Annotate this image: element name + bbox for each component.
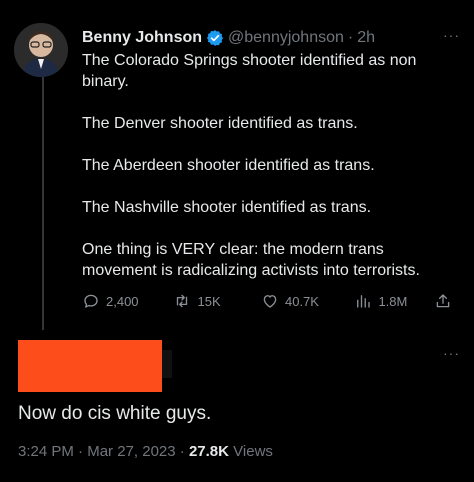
separator-dot: · <box>347 29 354 46</box>
reply-date[interactable]: Mar 27, 2023 <box>87 443 175 460</box>
tweet-paragraph: The Nashville shooter identified as tran… <box>82 199 372 216</box>
handle[interactable]: @bennyjohnson <box>228 29 344 47</box>
avatar[interactable] <box>14 23 68 77</box>
repost-icon <box>177 294 188 308</box>
tweet-header: Benny Johnson @bennyjohnson · 2h <box>82 27 460 49</box>
separator-dot: · <box>78 443 84 460</box>
avatar-image <box>14 23 68 77</box>
like-button[interactable]: 40.7K <box>261 292 354 310</box>
separator-dot: · <box>179 443 185 460</box>
view-count: 1.8M <box>378 293 408 309</box>
post-age[interactable]: 2h <box>357 29 375 47</box>
repost-count: 15K <box>197 293 221 309</box>
reply-views-count[interactable]: 27.8K <box>189 443 229 460</box>
tweet-paragraph: The Colorado Springs shooter identified … <box>82 52 417 90</box>
heart-icon <box>263 295 277 308</box>
thread-connector-line <box>42 74 44 330</box>
reply-bubble-icon <box>84 294 98 308</box>
action-bar: 2,400 15K 40.7K 1.8M <box>82 290 452 312</box>
repost-button[interactable]: 15K <box>173 292 261 310</box>
redacted-avatar-edge <box>162 350 172 378</box>
tweet-text: The Colorado Springs shooter identified … <box>82 50 462 281</box>
share-icon <box>436 294 450 308</box>
reply-views-label: Views <box>233 443 273 460</box>
display-name[interactable]: Benny Johnson <box>82 29 202 47</box>
more-options-icon[interactable]: ··· <box>443 28 460 42</box>
views-button[interactable]: 1.8M <box>354 292 434 310</box>
redaction-block <box>18 340 162 392</box>
reply-button[interactable]: 2,400 <box>82 292 173 310</box>
reply-text: Now do cis white guys. <box>18 403 212 424</box>
like-count: 40.7K <box>284 293 319 309</box>
tweet-paragraph: One thing is VERY clear: the modern tran… <box>82 241 420 279</box>
reply-time[interactable]: 3:24 PM <box>18 443 74 460</box>
verified-badge-icon <box>206 29 224 47</box>
tweet-paragraph: The Denver shooter identified as trans. <box>82 115 358 132</box>
reply-count: 2,400 <box>106 293 139 309</box>
bar-chart-icon <box>357 295 371 308</box>
reply-metadata: 3:24 PM · Mar 27, 2023 · 27.8K Views <box>18 443 273 460</box>
reply-more-options-icon[interactable]: ··· <box>443 346 460 360</box>
share-button[interactable] <box>434 292 452 310</box>
tweet-paragraph: The Aberdeen shooter identified as trans… <box>82 157 375 174</box>
